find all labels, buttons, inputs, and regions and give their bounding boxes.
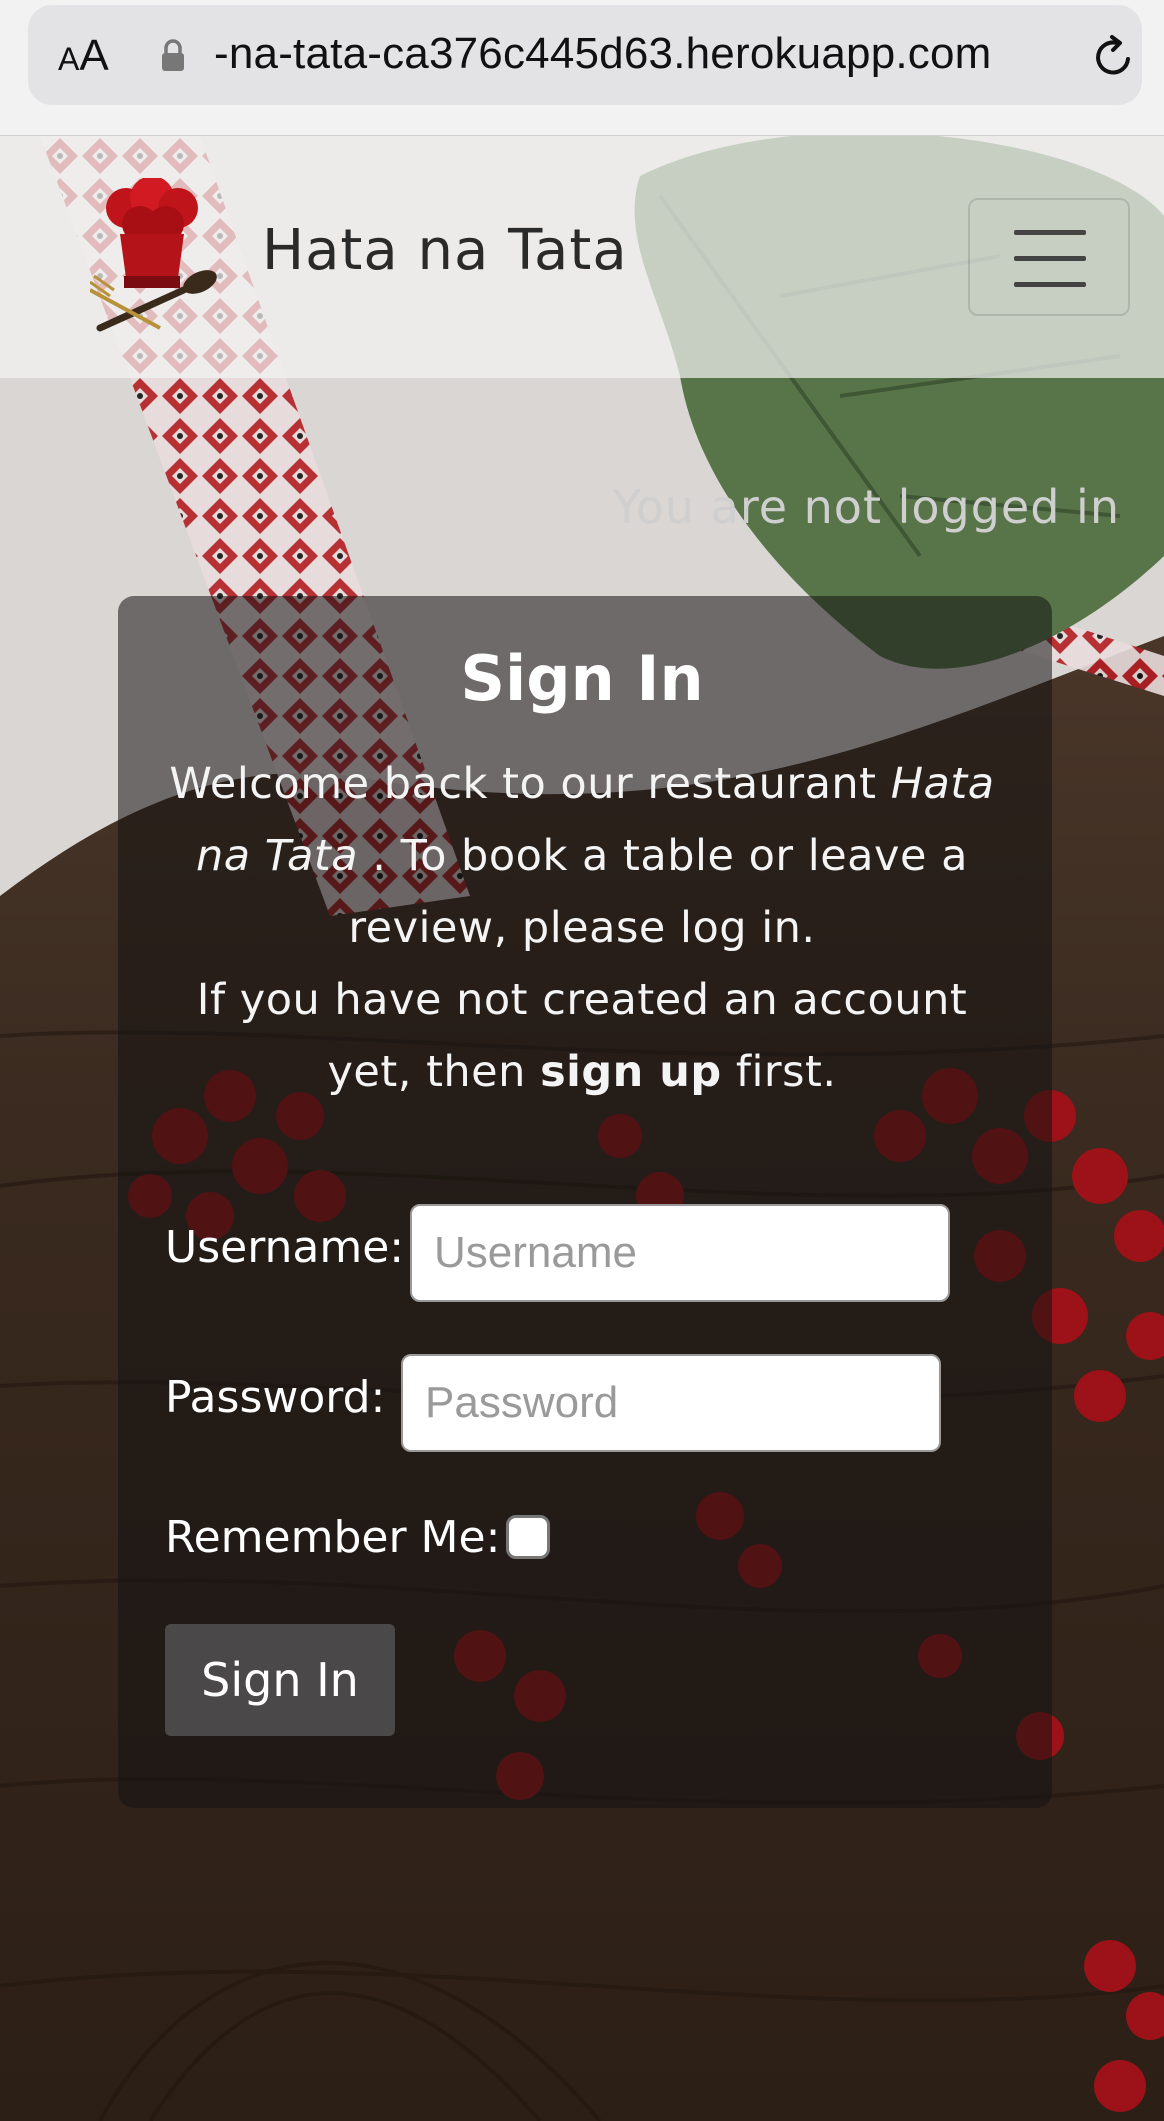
text-size-small-label: A	[58, 41, 80, 77]
intro-text-2: . To book a table or leave a review, ple…	[348, 831, 968, 953]
password-label: Password:	[165, 1372, 386, 1423]
login-status-text: You are not logged in	[612, 480, 1120, 534]
remember-me-label: Remember Me:	[165, 1512, 501, 1563]
hamburger-icon	[1014, 230, 1086, 235]
signin-title: Sign In	[460, 642, 704, 715]
intro-text-4: first.	[721, 1047, 837, 1097]
intro-text-1: Welcome back to our restaurant	[169, 759, 891, 809]
brand-name[interactable]: Hata na Tata	[262, 218, 628, 283]
password-input[interactable]	[401, 1354, 941, 1452]
username-input[interactable]	[410, 1204, 950, 1302]
signin-submit-button[interactable]: Sign In	[165, 1624, 395, 1736]
menu-toggle-button[interactable]	[968, 198, 1130, 316]
username-label: Username:	[165, 1222, 405, 1273]
address-bar[interactable]: AA -na-tata-ca376c445d63.herokuapp.com	[28, 5, 1142, 105]
signin-intro: Welcome back to our restaurant Hata na T…	[150, 748, 1014, 1108]
hamburger-icon	[1014, 282, 1086, 287]
url-text: -na-tata-ca376c445d63.herokuapp.com	[214, 29, 992, 78]
browser-toolbar: AA -na-tata-ca376c445d63.herokuapp.com	[0, 0, 1164, 136]
text-size-large-label: A	[79, 31, 109, 80]
hamburger-icon	[1014, 256, 1086, 261]
lock-icon	[162, 39, 184, 71]
remember-me-checkbox[interactable]	[506, 1515, 550, 1559]
signup-link[interactable]: sign up	[540, 1047, 722, 1097]
reload-icon[interactable]	[1090, 33, 1138, 81]
text-size-button[interactable]: AA	[58, 31, 109, 81]
chef-hat-logo-icon[interactable]	[90, 178, 225, 338]
